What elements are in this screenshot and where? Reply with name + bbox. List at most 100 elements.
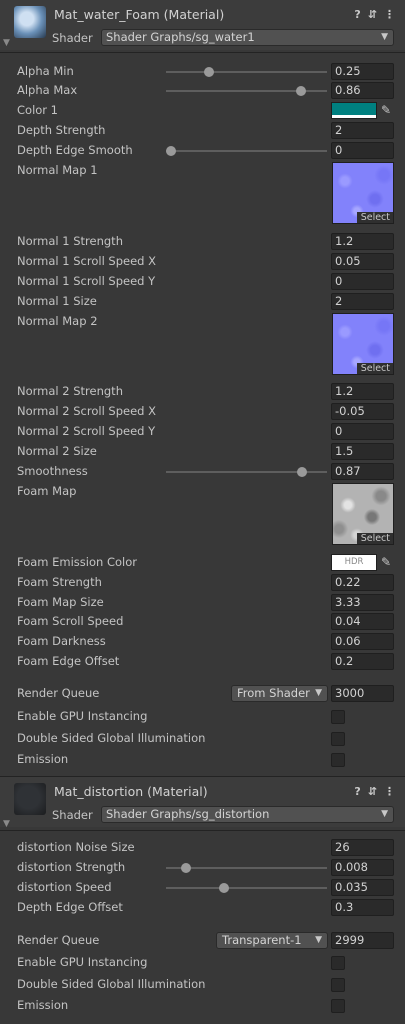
gpu-instancing-label: Enable GPU Instancing	[17, 955, 148, 969]
property-label: Depth Strength	[17, 123, 106, 137]
gpu-instancing-checkbox[interactable]	[331, 710, 345, 724]
property-value-field[interactable]: 0.008	[331, 859, 394, 876]
gpu-instancing-label: Enable GPU Instancing	[17, 709, 148, 723]
property-label: Foam Map	[17, 484, 77, 498]
property-value-field[interactable]: 0.87	[331, 463, 394, 480]
hdr-color-swatch[interactable]: HDR	[331, 554, 377, 571]
emission-label: Emission	[17, 998, 69, 1012]
property-label: distortion Speed	[17, 880, 112, 894]
property-label: Depth Edge Smooth	[17, 143, 133, 157]
chevron-down-icon: ▼	[315, 688, 322, 698]
help-icon[interactable]: ?	[354, 8, 360, 21]
color-swatch[interactable]	[331, 102, 377, 119]
render-queue-mode: Transparent-1	[222, 933, 302, 947]
property-value-field[interactable]: 2	[331, 122, 394, 139]
property-value-field[interactable]: 2	[331, 293, 394, 310]
property-label: Foam Edge Offset	[17, 654, 120, 668]
eyedropper-icon[interactable]: ✎	[379, 554, 393, 571]
property-value-field[interactable]: 0	[331, 142, 394, 159]
foldout-arrow-icon[interactable]: ▼	[3, 38, 10, 48]
property-label: Alpha Min	[17, 64, 74, 78]
kebab-menu-icon[interactable]: ⋮	[384, 8, 395, 21]
slider-track[interactable]	[166, 887, 327, 889]
property-label: Foam Map Size	[17, 595, 104, 609]
texture-select-button[interactable]: Select	[356, 363, 393, 374]
render-queue-label: Render Queue	[17, 686, 100, 700]
property-value-field[interactable]: 0.3	[331, 899, 394, 916]
slider-handle[interactable]	[296, 86, 306, 96]
property-value-field[interactable]: 0.25	[331, 63, 394, 80]
material-preview-thumbnail[interactable]	[14, 6, 46, 38]
slider-handle[interactable]	[297, 467, 307, 477]
property-value-field[interactable]: 0	[331, 423, 394, 440]
property-label: distortion Noise Size	[17, 840, 135, 854]
render-queue-value-field[interactable]: 3000	[331, 685, 394, 702]
emission-checkbox[interactable]	[331, 753, 345, 767]
property-label: Normal 2 Strength	[17, 384, 123, 398]
property-value-field[interactable]: 0.05	[331, 253, 394, 270]
render-queue-dropdown[interactable]: Transparent-1 ▼	[216, 932, 328, 949]
double-sided-gi-label: Double Sided Global Illumination	[17, 977, 206, 991]
property-label: Foam Scroll Speed	[17, 614, 124, 628]
shader-dropdown[interactable]: Shader Graphs/sg_distortion ▼	[101, 806, 394, 823]
double-sided-gi-label: Double Sided Global Illumination	[17, 731, 206, 745]
material-header-distortion: Mat_distortion (Material) ? ⇵ ⋮ Shader S…	[0, 777, 405, 829]
slider-handle[interactable]	[181, 863, 191, 873]
double-sided-gi-checkbox[interactable]	[331, 978, 345, 992]
header-icons: ? ⇵ ⋮	[354, 8, 395, 21]
header-icons: ? ⇵ ⋮	[354, 785, 395, 798]
property-value-field[interactable]: 3.33	[331, 594, 394, 611]
double-sided-gi-checkbox[interactable]	[331, 732, 345, 746]
slider-track[interactable]	[166, 71, 327, 73]
material-preview-thumbnail[interactable]	[14, 783, 46, 815]
property-value-field[interactable]: 0.06	[331, 633, 394, 650]
property-label: Normal 2 Size	[17, 444, 97, 458]
presets-icon[interactable]: ⇵	[368, 785, 377, 798]
property-label: Smoothness	[17, 464, 88, 478]
help-icon[interactable]: ?	[354, 785, 360, 798]
texture-select-button[interactable]: Select	[356, 212, 393, 223]
slider-handle[interactable]	[204, 67, 214, 77]
property-label: Foam Strength	[17, 575, 102, 589]
property-value-field[interactable]: 0.86	[331, 82, 394, 99]
property-value-field[interactable]: 1.5	[331, 443, 394, 460]
emission-label: Emission	[17, 752, 69, 766]
render-queue-dropdown[interactable]: From Shader ▼	[231, 685, 328, 702]
property-value-field[interactable]: 1.2	[331, 383, 394, 400]
property-label: Normal 2 Scroll Speed Y	[17, 424, 156, 438]
property-label: Normal Map 2	[17, 314, 98, 328]
texture-slot[interactable]: Select	[332, 483, 394, 545]
eyedropper-icon[interactable]: ✎	[379, 102, 393, 119]
presets-icon[interactable]: ⇵	[368, 8, 377, 21]
shader-dropdown[interactable]: Shader Graphs/sg_water1 ▼	[101, 29, 394, 46]
shader-dropdown-value: Shader Graphs/sg_distortion	[106, 807, 270, 821]
shader-dropdown-value: Shader Graphs/sg_water1	[106, 30, 255, 44]
property-value-field[interactable]: 0	[331, 273, 394, 290]
property-label: Normal Map 1	[17, 163, 98, 177]
material-header-water-foam: Mat_water_Foam (Material) ? ⇵ ⋮ Shader S…	[0, 0, 405, 50]
property-label: Normal 2 Scroll Speed X	[17, 404, 156, 418]
slider-track[interactable]	[166, 150, 327, 152]
property-label: Foam Darkness	[17, 634, 106, 648]
kebab-menu-icon[interactable]: ⋮	[384, 785, 395, 798]
property-value-field[interactable]: 1.2	[331, 233, 394, 250]
property-value-field[interactable]: 0.035	[331, 879, 394, 896]
texture-slot[interactable]: Select	[332, 313, 394, 375]
texture-select-button[interactable]: Select	[356, 533, 393, 544]
property-value-field[interactable]: 0.2	[331, 653, 394, 670]
chevron-down-icon: ▼	[381, 32, 388, 42]
texture-slot[interactable]: Select	[332, 162, 394, 224]
property-value-field[interactable]: 0.22	[331, 574, 394, 591]
render-queue-value-field[interactable]: 2999	[331, 932, 394, 949]
gpu-instancing-checkbox[interactable]	[331, 956, 345, 970]
header-separator	[0, 52, 405, 53]
slider-handle[interactable]	[219, 883, 229, 893]
shader-label: Shader	[52, 808, 93, 822]
property-value-field[interactable]: 26	[331, 839, 394, 856]
emission-checkbox[interactable]	[331, 999, 345, 1013]
property-label: Normal 1 Scroll Speed Y	[17, 274, 156, 288]
foldout-arrow-icon[interactable]: ▼	[3, 819, 10, 829]
property-value-field[interactable]: 0.04	[331, 613, 394, 630]
slider-handle[interactable]	[166, 146, 176, 156]
property-value-field[interactable]: -0.05	[331, 403, 394, 420]
